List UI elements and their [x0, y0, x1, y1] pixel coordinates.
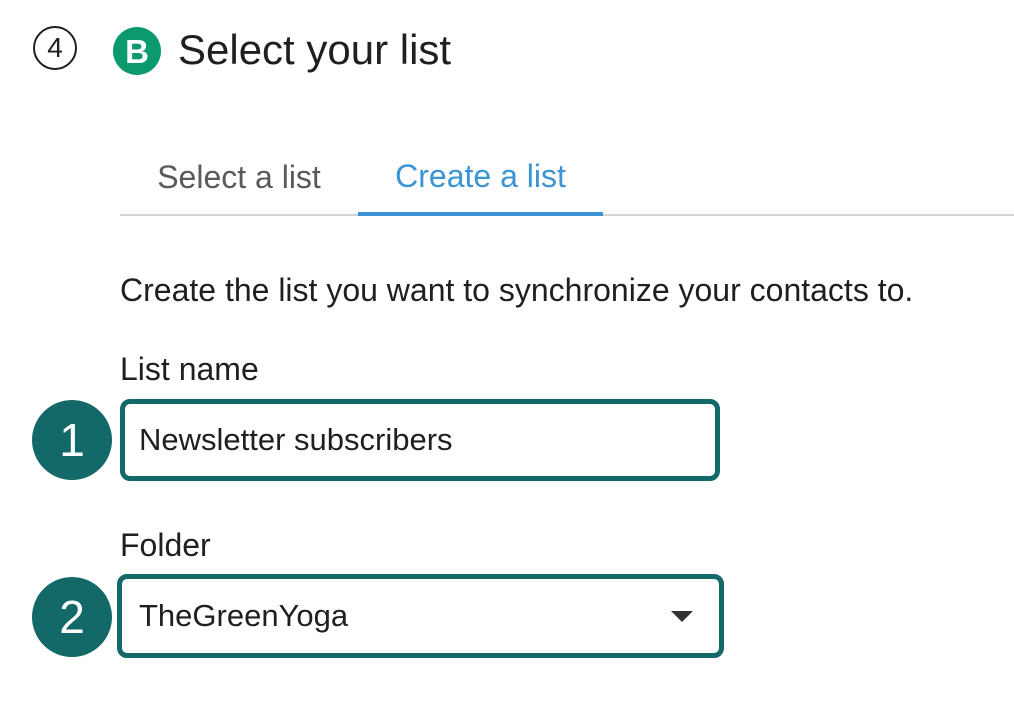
folder-selected-value: TheGreenYoga: [139, 598, 349, 633]
step-number-badge: 4: [33, 26, 77, 70]
callout-badge-1: 1: [32, 400, 112, 480]
page: 4 B Select your list Select a list Creat…: [0, 0, 1014, 724]
folder-select[interactable]: TheGreenYoga: [117, 574, 724, 658]
list-name-label: List name: [120, 351, 259, 387]
page-title: Select your list: [178, 26, 452, 73]
tab-select-a-list[interactable]: Select a list: [120, 140, 358, 214]
tab-bar: Select a list Create a list: [120, 140, 1014, 216]
brevo-logo-icon: B: [113, 27, 161, 75]
chevron-down-icon: [671, 610, 693, 622]
tab-create-a-list[interactable]: Create a list: [358, 140, 603, 216]
form-description: Create the list you want to synchronize …: [120, 272, 914, 308]
list-name-input[interactable]: [120, 399, 720, 481]
folder-label: Folder: [120, 527, 211, 563]
callout-badge-2: 2: [32, 577, 112, 657]
